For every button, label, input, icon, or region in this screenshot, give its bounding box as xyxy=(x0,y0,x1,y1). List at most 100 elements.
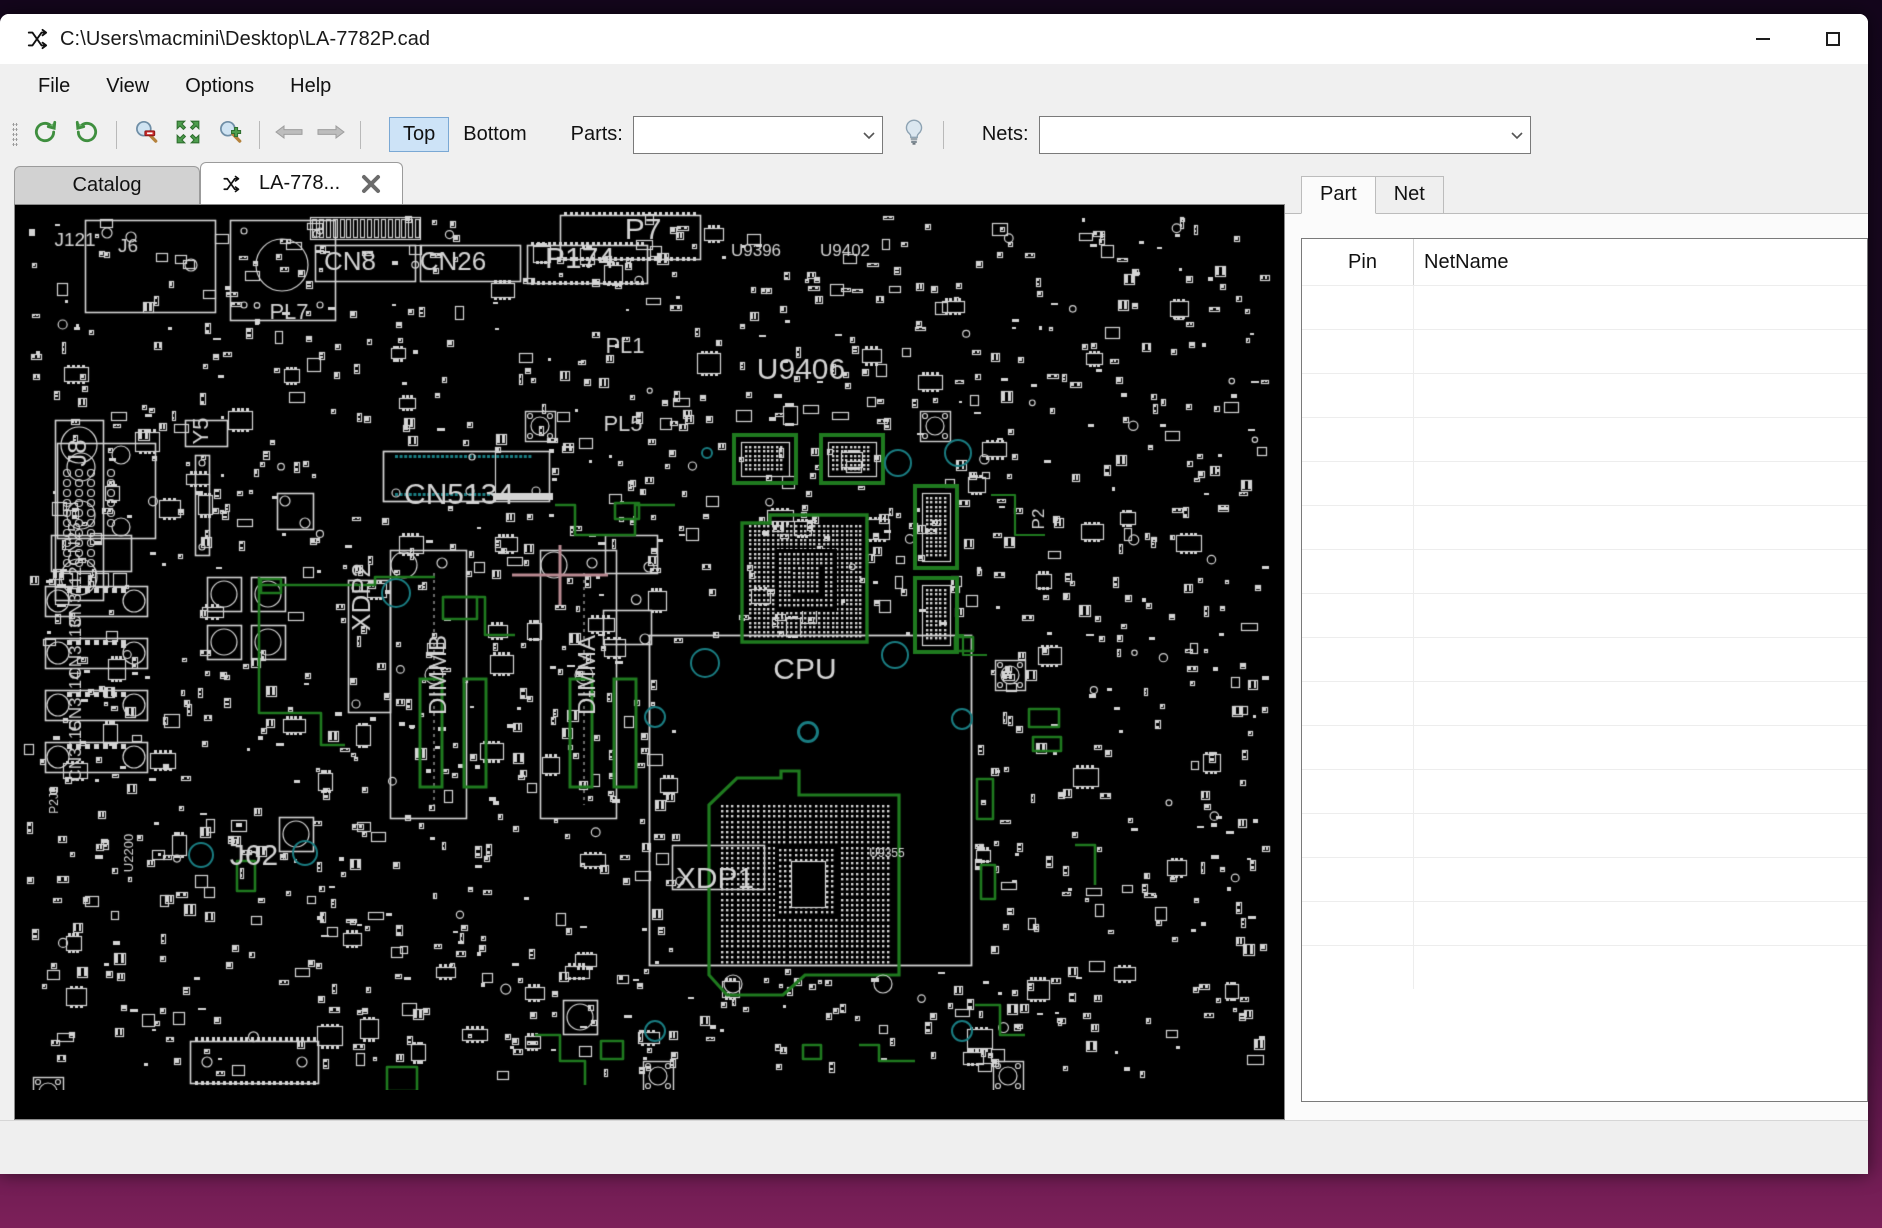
table-row[interactable] xyxy=(1302,945,1867,989)
parts-label: Parts: xyxy=(571,123,623,146)
table-row[interactable] xyxy=(1302,461,1867,505)
status-bar xyxy=(0,1120,1868,1174)
properties-tab-strip: Part Net xyxy=(1285,174,1868,214)
close-icon[interactable] xyxy=(360,173,382,195)
tab-board-file-label: LA-778... xyxy=(259,172,340,195)
cell-pin xyxy=(1302,418,1414,461)
cell-pin xyxy=(1302,726,1414,769)
cell-netname xyxy=(1414,418,1867,461)
toolbar-separator xyxy=(360,121,361,149)
toolbar-separator xyxy=(259,121,260,149)
table-row[interactable] xyxy=(1302,373,1867,417)
view-top-button[interactable]: Top xyxy=(389,117,449,152)
cell-pin xyxy=(1302,946,1414,989)
cell-pin xyxy=(1302,462,1414,505)
back-button[interactable] xyxy=(268,115,310,155)
zoom-in-button[interactable] xyxy=(209,115,251,155)
table-row[interactable] xyxy=(1302,857,1867,901)
document-tab-strip: Catalog LA-778... xyxy=(14,162,1285,204)
shuffle-icon xyxy=(26,28,48,50)
table-row[interactable] xyxy=(1302,637,1867,681)
cell-pin xyxy=(1302,770,1414,813)
zoom-out-icon xyxy=(133,119,159,150)
pcb-canvas[interactable] xyxy=(15,205,1283,1090)
cell-netname xyxy=(1414,506,1867,549)
menu-item-options[interactable]: Options xyxy=(167,71,272,102)
table-row[interactable] xyxy=(1302,813,1867,857)
zoom-out-button[interactable] xyxy=(125,115,167,155)
forward-button[interactable] xyxy=(310,115,352,155)
column-header-netname[interactable]: NetName xyxy=(1414,239,1867,285)
toolbar-separator xyxy=(116,121,117,149)
main-body: Catalog LA-778... xyxy=(0,162,1868,1120)
pcb-viewer[interactable] xyxy=(14,204,1285,1120)
menu-bar: File View Options Help xyxy=(0,64,1868,108)
column-header-pin[interactable]: Pin xyxy=(1302,239,1414,285)
cell-pin xyxy=(1302,506,1414,549)
nets-combobox[interactable] xyxy=(1039,116,1531,154)
table-row[interactable] xyxy=(1302,725,1867,769)
view-bottom-button[interactable]: Bottom xyxy=(449,117,540,152)
table-row[interactable] xyxy=(1302,417,1867,461)
zoom-fit-icon xyxy=(175,119,201,150)
table-row[interactable] xyxy=(1302,549,1867,593)
rotate-left-icon xyxy=(32,119,58,150)
tab-part[interactable]: Part xyxy=(1301,176,1376,214)
chevron-down-icon[interactable] xyxy=(856,129,882,141)
back-arrow-icon xyxy=(274,122,304,147)
toolbar: Top Bottom Parts: Nets: xyxy=(0,108,1868,162)
menu-item-help[interactable]: Help xyxy=(272,71,349,102)
cell-netname xyxy=(1414,858,1867,901)
zoom-in-icon xyxy=(217,119,243,150)
toolbar-grip[interactable] xyxy=(12,122,18,148)
highlight-button[interactable] xyxy=(893,115,935,155)
cell-pin xyxy=(1302,550,1414,593)
forward-arrow-icon xyxy=(316,122,346,147)
toolbar-separator xyxy=(943,121,944,149)
cell-netname xyxy=(1414,330,1867,373)
cell-netname xyxy=(1414,374,1867,417)
table-row[interactable] xyxy=(1302,329,1867,373)
pin-net-table[interactable]: Pin NetName xyxy=(1301,238,1868,1102)
cell-pin xyxy=(1302,638,1414,681)
zoom-fit-button[interactable] xyxy=(167,115,209,155)
table-row[interactable] xyxy=(1302,681,1867,725)
minimize-icon xyxy=(1756,38,1770,40)
parts-combobox[interactable] xyxy=(633,116,883,154)
cell-netname xyxy=(1414,594,1867,637)
table-row[interactable] xyxy=(1302,593,1867,637)
cell-netname xyxy=(1414,462,1867,505)
lightbulb-icon xyxy=(901,118,927,151)
cell-pin xyxy=(1302,286,1414,329)
minimize-button[interactable] xyxy=(1728,14,1798,64)
tab-net[interactable]: Net xyxy=(1375,176,1444,213)
cell-netname xyxy=(1414,682,1867,725)
rotate-left-button[interactable] xyxy=(24,115,66,155)
table-row[interactable] xyxy=(1302,901,1867,945)
table-body xyxy=(1302,285,1867,1101)
title-bar: C:\Users\macmini\Desktop\LA-7782P.cad xyxy=(0,14,1868,64)
cell-netname xyxy=(1414,638,1867,681)
tab-catalog[interactable]: Catalog xyxy=(14,166,200,204)
cell-netname xyxy=(1414,286,1867,329)
cell-netname xyxy=(1414,814,1867,857)
rotate-right-button[interactable] xyxy=(66,115,108,155)
cell-pin xyxy=(1302,594,1414,637)
window-controls xyxy=(1728,14,1868,64)
table-header-row: Pin NetName xyxy=(1302,239,1867,285)
table-row[interactable] xyxy=(1302,285,1867,329)
menu-item-view[interactable]: View xyxy=(88,71,167,102)
side-toggle-group: Top Bottom xyxy=(389,117,541,152)
cell-pin xyxy=(1302,858,1414,901)
cell-netname xyxy=(1414,726,1867,769)
maximize-icon xyxy=(1826,32,1840,46)
tab-board-file[interactable]: LA-778... xyxy=(200,162,403,204)
cell-netname xyxy=(1414,902,1867,945)
table-row[interactable] xyxy=(1302,769,1867,813)
cell-netname xyxy=(1414,550,1867,593)
menu-item-file[interactable]: File xyxy=(20,71,88,102)
maximize-button[interactable] xyxy=(1798,14,1868,64)
chevron-down-icon[interactable] xyxy=(1504,129,1530,141)
table-row[interactable] xyxy=(1302,505,1867,549)
cell-netname xyxy=(1414,946,1867,989)
